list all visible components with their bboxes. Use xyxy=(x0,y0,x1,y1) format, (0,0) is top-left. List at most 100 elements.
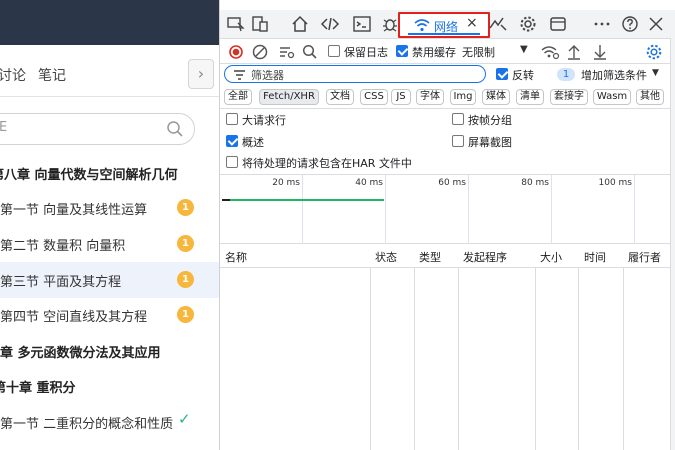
type-filter-media[interactable]: 媒体 xyxy=(482,89,510,105)
device-icon[interactable] xyxy=(250,14,270,34)
type-filter-fetch-xhr[interactable]: Fetch/XHR xyxy=(259,89,319,105)
section-title: 第二节 数量积 向量积 xyxy=(0,239,126,254)
type-filter-doc[interactable]: 文档 xyxy=(326,89,354,105)
course-header-bar xyxy=(0,0,219,45)
requests-table: 名称 状态 类型 发起程序 大小 时间 履行者 xyxy=(220,244,670,450)
timeline-tick-label: 60 ms xyxy=(438,178,466,188)
har-pending-checkbox[interactable] xyxy=(226,156,238,168)
network-settings-icon[interactable] xyxy=(644,42,664,62)
filter-count-badge: 1 xyxy=(557,68,575,81)
column-header-fulfilled-by[interactable]: 履行者 xyxy=(628,249,661,265)
type-filter-wasm[interactable]: Wasm xyxy=(593,89,631,105)
chapter-title: 第八章 向量代数与空间解析几何 xyxy=(0,168,178,183)
preserve-log-checkbox[interactable] xyxy=(328,45,340,57)
timeline-gridline xyxy=(551,175,552,245)
home-icon[interactable] xyxy=(290,14,310,34)
column-header-size[interactable]: 大小 xyxy=(540,249,562,265)
filter-icon xyxy=(234,69,245,80)
chevron-down-icon: ▼ xyxy=(520,44,528,55)
screenshots-checkbox[interactable] xyxy=(452,135,464,147)
close-tab-button[interactable]: × xyxy=(466,15,478,31)
column-divider xyxy=(458,244,459,450)
settings-gear-icon[interactable] xyxy=(518,14,538,34)
section-item[interactable]: 第一节 二重积分的概念和性质 ✓ xyxy=(0,404,219,440)
disable-cache-checkbox[interactable] xyxy=(396,45,408,57)
section-item[interactable]: 第一节 向量及其线性运算 1 xyxy=(0,190,219,226)
column-divider xyxy=(623,244,624,450)
chapter-heading[interactable]: 第八章 向量代数与空间解析几何 xyxy=(0,155,219,191)
group-by-frame-label: 按帧分组 xyxy=(468,114,512,127)
devtools-panel: 网络 × 保留日志 禁用缓存 无限制 ▼ 筛选器 反转 1 增加筛选条件 ▼ 全… xyxy=(220,0,675,450)
tab-network[interactable]: 网络 × xyxy=(398,12,490,38)
large-rows-checkbox[interactable] xyxy=(226,113,238,125)
search-icon[interactable] xyxy=(300,42,320,62)
tab-notes[interactable]: 笔记 xyxy=(38,65,66,85)
section-item[interactable]: 第二节 数量积 向量积 1 xyxy=(0,226,219,262)
throttling-value: 无限制 xyxy=(462,46,495,59)
type-filter-socket[interactable]: 套接字 xyxy=(550,89,588,105)
progress-badge: 1 xyxy=(177,235,194,252)
har-pending-label: 将待处理的请求包含在HAR 文件中 xyxy=(242,157,412,170)
column-header-type[interactable]: 类型 xyxy=(419,249,441,265)
column-header-time[interactable]: 时间 xyxy=(584,249,606,265)
type-filter-img[interactable]: Img xyxy=(450,89,476,105)
throttling-select[interactable]: 无限制 ▼ xyxy=(460,41,536,61)
timeline-tick-label: 20 ms xyxy=(272,178,300,188)
section-title: 第一节 二重积分的概念和性质 xyxy=(0,417,174,432)
type-filter-css[interactable]: CSS xyxy=(360,89,388,105)
overview-timeline[interactable]: 20 ms 40 ms 60 ms 80 ms 100 ms xyxy=(220,174,670,245)
section-item-active[interactable]: 第三节 平面及其方程 1 xyxy=(0,262,219,298)
timeline-gridline xyxy=(302,175,303,245)
fetch-filter-icon[interactable] xyxy=(276,42,296,62)
chapter-heading[interactable]: 第十章 重积分 xyxy=(0,368,219,404)
type-filter-js[interactable]: JS xyxy=(391,89,411,105)
section-item[interactable]: 第四节 空间直线及其方程 1 xyxy=(0,297,219,333)
type-filter-font[interactable]: 字体 xyxy=(416,89,444,105)
section-title: 第一节 向量及其线性运算 xyxy=(0,203,148,218)
column-header-status[interactable]: 状态 xyxy=(375,249,397,265)
course-tabs: 讨论 笔记 › xyxy=(0,55,219,93)
clear-icon[interactable] xyxy=(250,42,270,62)
close-devtools-icon[interactable] xyxy=(646,14,666,34)
bug-icon[interactable] xyxy=(380,14,400,34)
more-icon[interactable] xyxy=(592,14,612,34)
column-header-name[interactable]: 名称 xyxy=(225,249,247,265)
type-filter-other[interactable]: 其他 xyxy=(636,89,664,105)
column-divider xyxy=(578,244,579,450)
timeline-tick-label: 40 ms xyxy=(355,178,383,188)
help-icon[interactable] xyxy=(620,14,640,34)
tab-discussion[interactable]: 讨论 xyxy=(0,65,26,85)
sources-icon[interactable] xyxy=(320,14,340,34)
column-header-initiator[interactable]: 发起程序 xyxy=(463,249,507,265)
course-search-input[interactable]: E xyxy=(0,113,195,145)
console-icon[interactable] xyxy=(352,14,372,34)
more-filters-button[interactable]: 增加筛选条件 xyxy=(581,67,647,83)
panel-scrollbar[interactable] xyxy=(670,38,675,450)
filter-input[interactable]: 筛选器 xyxy=(224,65,486,83)
collapse-panel-button[interactable]: › xyxy=(188,59,214,89)
search-placeholder: E xyxy=(0,120,7,135)
devtools-tab-strip: 网络 × xyxy=(220,10,675,38)
timeline-tick-label: 100 ms xyxy=(598,178,633,188)
group-by-frame-checkbox[interactable] xyxy=(452,113,464,125)
network-conditions-icon[interactable] xyxy=(540,42,560,62)
record-icon[interactable] xyxy=(226,42,246,62)
dock-icon[interactable] xyxy=(548,14,568,34)
export-har-icon[interactable] xyxy=(590,42,610,62)
invert-checkbox[interactable] xyxy=(496,68,508,80)
import-har-icon[interactable] xyxy=(564,42,584,62)
network-options: 大请求行 按帧分组 概述 屏幕截图 将待处理的请求包含在HAR 文件中 xyxy=(220,108,675,174)
search-icon[interactable] xyxy=(166,120,184,138)
resource-type-filters: 全部 Fetch/XHR 文档 CSS JS 字体 Img 媒体 清单 套接字 … xyxy=(220,88,675,108)
filter-placeholder: 筛选器 xyxy=(251,69,284,82)
chapter-heading[interactable]: 章 多元函数微分法及其应用 xyxy=(0,333,219,369)
device-toolbar-icon[interactable] xyxy=(226,14,246,34)
type-filter-all[interactable]: 全部 xyxy=(224,89,252,105)
section-title: 第四节 空间直线及其方程 xyxy=(0,310,148,325)
type-filter-manifest[interactable]: 清单 xyxy=(516,89,544,105)
timeline-request-bar xyxy=(230,199,384,201)
overview-checkbox[interactable] xyxy=(226,135,238,147)
performance-icon[interactable] xyxy=(488,14,508,34)
progress-badge: 1 xyxy=(177,271,194,288)
network-icon xyxy=(414,18,430,32)
